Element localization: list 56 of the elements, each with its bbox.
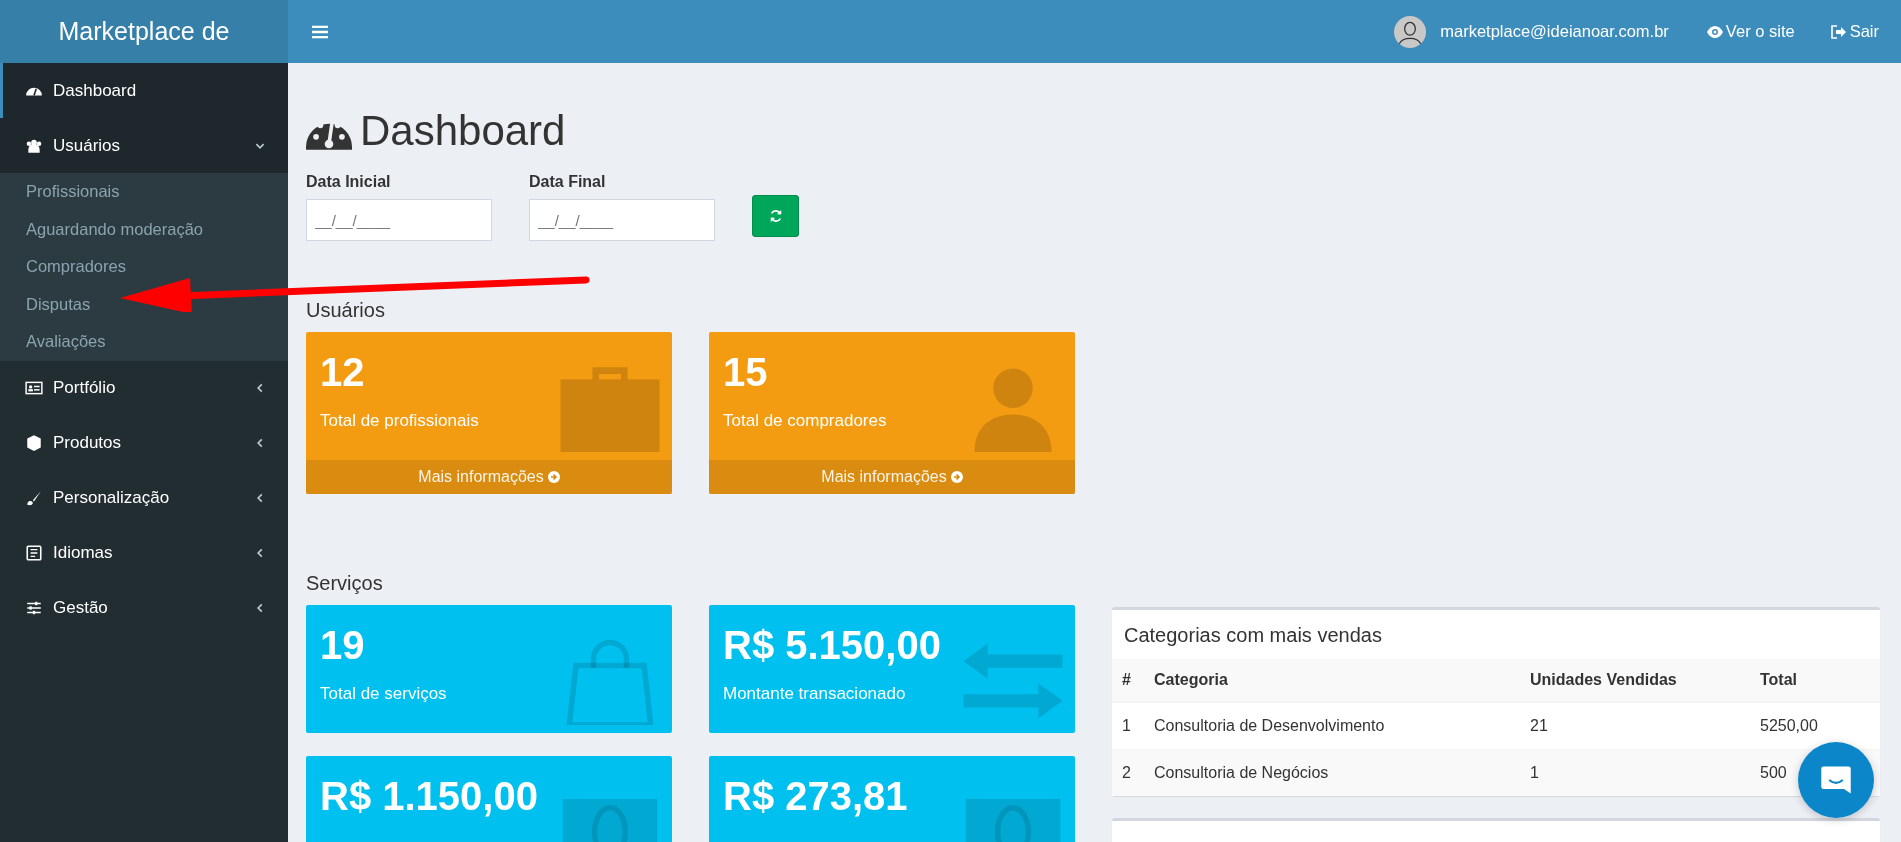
avatar-icon (1394, 15, 1427, 48)
field-label: Data Final (529, 173, 607, 191)
refresh-icon (768, 209, 783, 223)
sidebar-item[interactable]: Portfólio (0, 360, 288, 416)
date-field[interactable]: __/__/____ (306, 199, 492, 241)
sidebar-item[interactable]: Personalização (0, 470, 288, 526)
column-header: Categoria (1144, 659, 1520, 702)
stat-label: Montante transacionado (723, 684, 907, 704)
top-link[interactable]: Sair (1830, 22, 1879, 41)
page-title: Dashboard (360, 107, 566, 155)
stat-value: R$ 5.150,00 (723, 623, 941, 668)
sidebar-item[interactable]: Usuários (0, 118, 288, 173)
column-header: Unidades Vendidas (1520, 659, 1750, 702)
menu-icon[interactable] (312, 24, 328, 39)
table-cell: 1 (1520, 749, 1750, 796)
field-label: Data Inicial (306, 173, 392, 191)
id-card-icon (25, 379, 43, 397)
submenu-item[interactable]: Compradores (0, 248, 288, 286)
submenu-item[interactable]: Avaliações (0, 323, 288, 361)
stat-value: R$ 273,81 (723, 774, 908, 819)
sliders-icon (25, 599, 43, 617)
brand-title: Marketplace de (0, 0, 288, 63)
stat-value: 12 (320, 350, 366, 395)
briefcase-icon (560, 364, 660, 452)
eye-icon (1706, 24, 1723, 39)
table-cell: Consultoria de Negócios (1144, 749, 1520, 796)
submenu-item[interactable]: Aguardando moderação (0, 210, 288, 248)
submenu-item[interactable]: Disputas (0, 285, 288, 323)
stat-label: Total de serviços (320, 684, 447, 704)
book-icon (25, 544, 43, 562)
section-title: Serviços (306, 572, 384, 595)
arrow-circle-icon (950, 471, 963, 483)
column-header: # (1112, 659, 1144, 702)
more-info-link[interactable]: Mais informações (709, 460, 1075, 494)
submenu-item[interactable]: Profissionais (0, 173, 288, 211)
sidebar-item[interactable]: Idiomas (0, 525, 288, 581)
column-header: Total (1750, 659, 1880, 702)
stat-label: Total de compradores (723, 411, 887, 431)
table-cell: 2 (1112, 749, 1144, 796)
refresh-button[interactable] (752, 195, 799, 237)
cube-icon (25, 434, 43, 452)
sign-out-icon (1830, 24, 1847, 39)
sidebar-item[interactable]: Gestão (0, 580, 288, 636)
user-email[interactable]: marketplace@ideianoar.com.br (1440, 22, 1669, 41)
sidebar-item[interactable]: Dashboard (0, 63, 288, 118)
arrow-circle-icon (547, 471, 560, 483)
stat-value: 15 (723, 350, 769, 395)
stat-value: R$ 1.150,00 (320, 774, 538, 819)
stat-value: 19 (320, 623, 366, 668)
panel-title: Categorias com mais vendas (1123, 623, 1383, 648)
more-info-link[interactable]: Mais informações (306, 460, 672, 494)
top-link[interactable]: Ver o site (1706, 22, 1795, 41)
stat-label: Total de profissionais (320, 411, 479, 431)
sidebar-item[interactable]: Produtos (0, 415, 288, 471)
date-field[interactable]: __/__/____ (529, 199, 715, 241)
section-title: Usuários (306, 299, 386, 322)
